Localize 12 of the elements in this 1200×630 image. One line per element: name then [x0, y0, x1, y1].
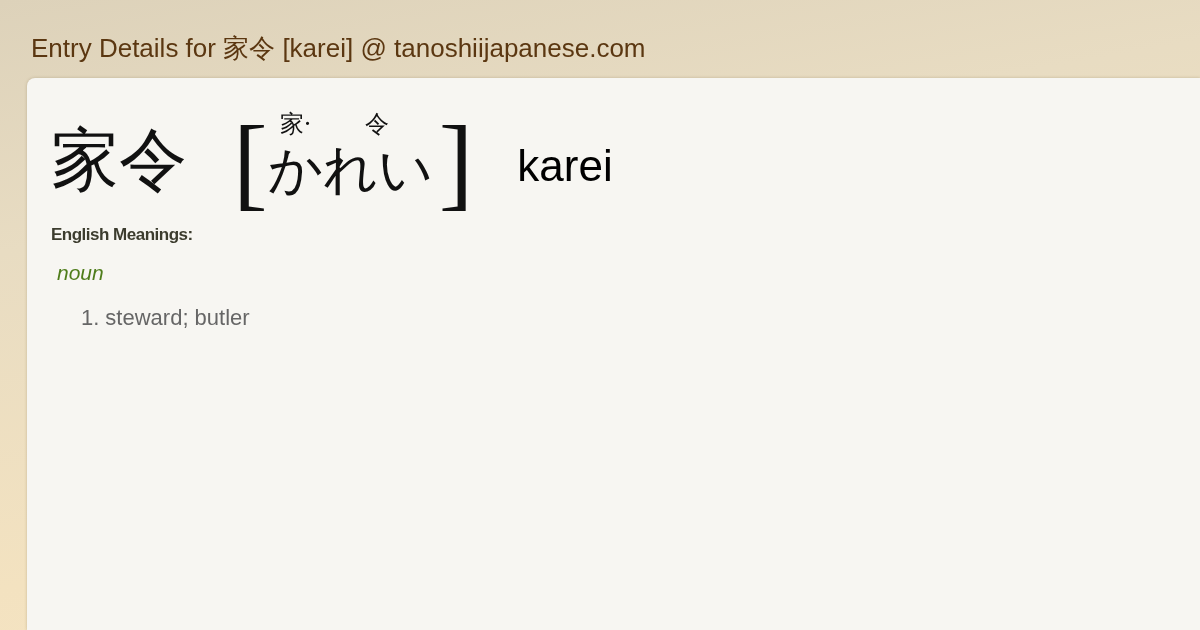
romaji-reading: karei — [517, 140, 613, 192]
furigana: 家· — [279, 110, 312, 138]
bracket: ] — [438, 114, 474, 210]
sense-number: 1. — [81, 304, 100, 332]
section-heading: English Meanings: — [51, 224, 193, 246]
headword: 家令 — [51, 120, 187, 200]
bracket: [ — [233, 114, 268, 210]
kana-reading: かれい — [267, 138, 433, 202]
furigana: 令 — [365, 110, 390, 138]
part-of-speech: noun — [57, 260, 104, 286]
sense-text: steward; butler — [105, 304, 250, 332]
page-title: Entry Details for 家令 [karei] @ tanoshiijapanese.com — [31, 32, 646, 65]
